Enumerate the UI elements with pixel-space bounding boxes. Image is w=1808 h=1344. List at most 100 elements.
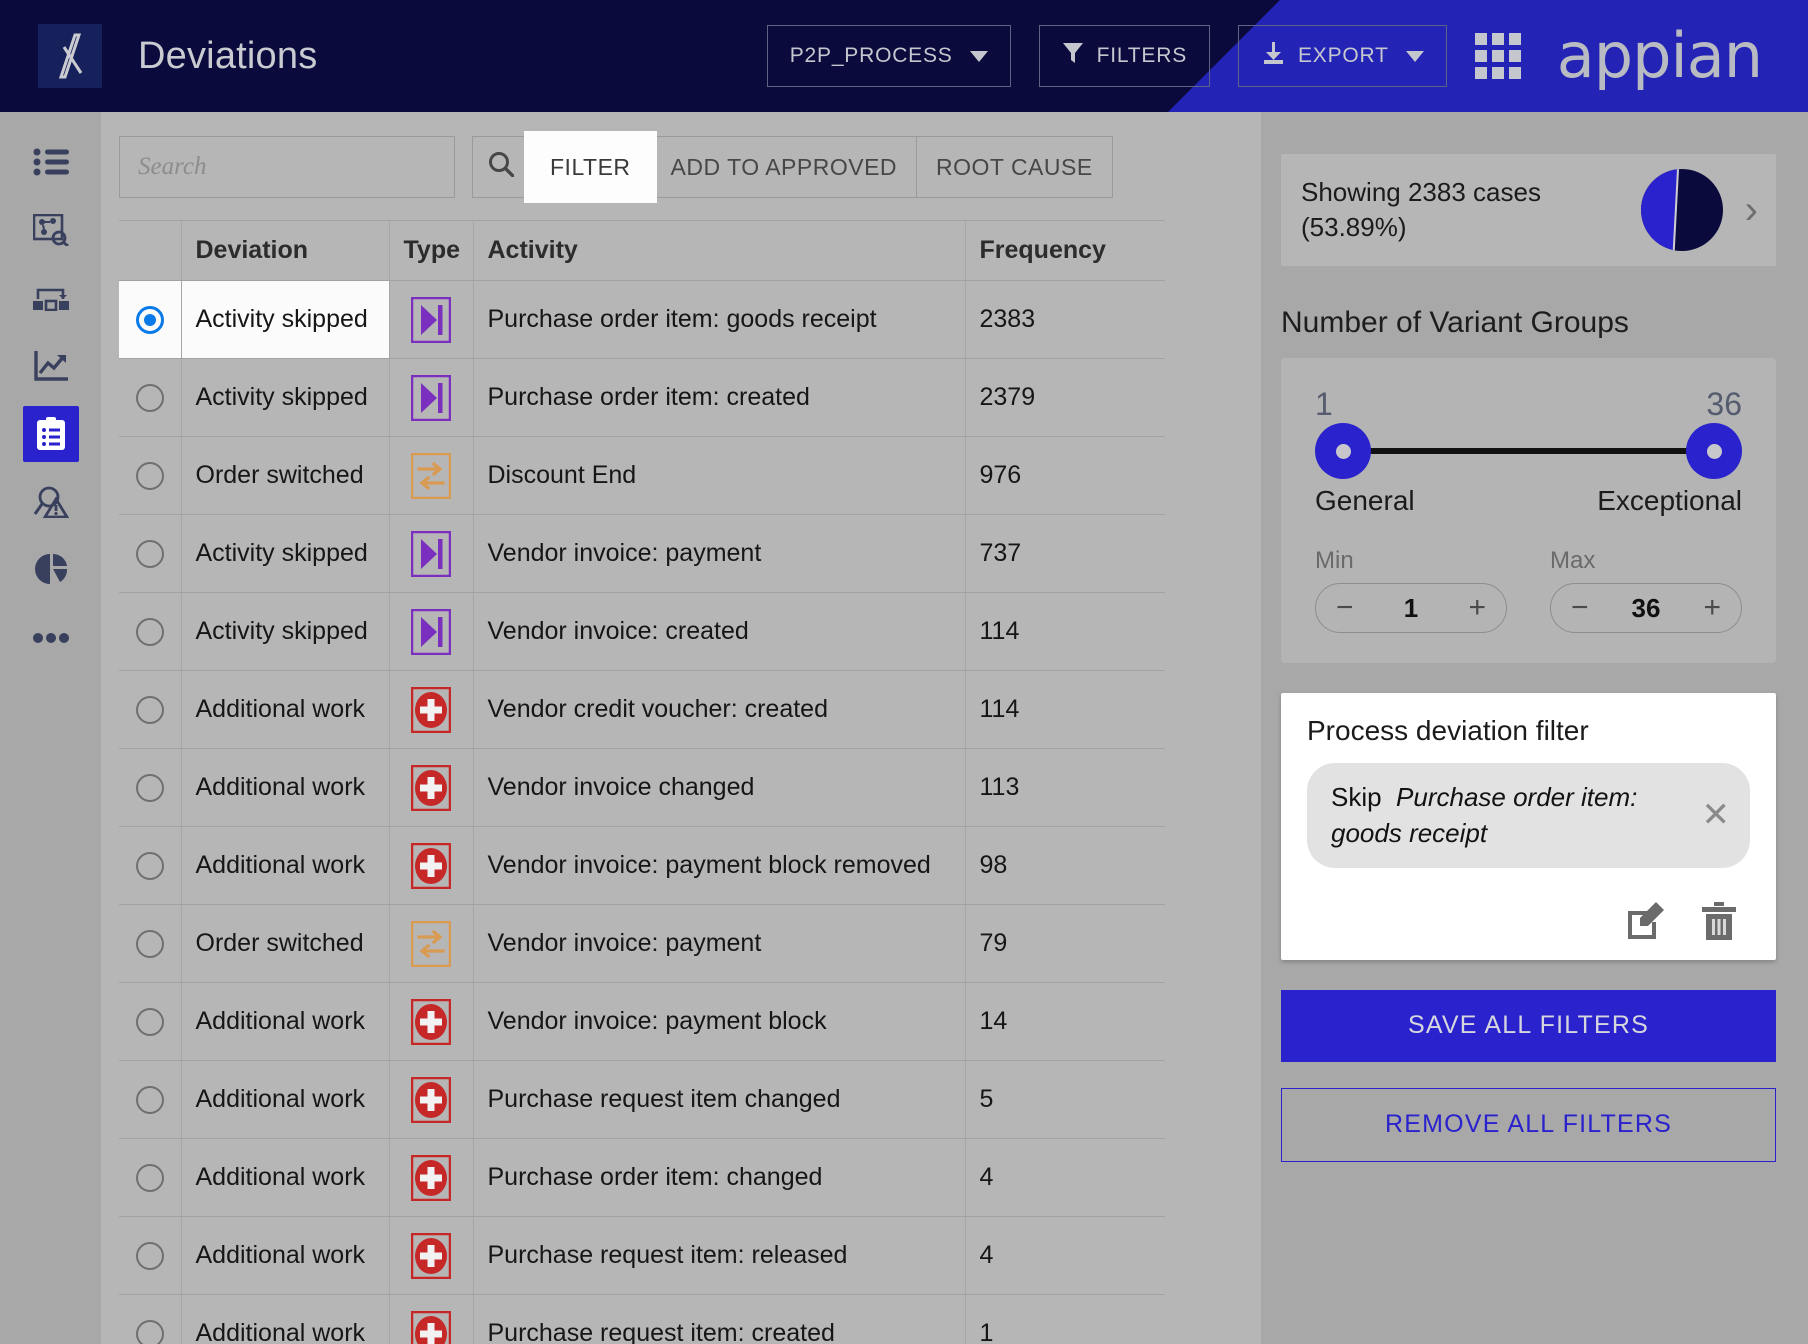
row-radio-button[interactable] [135, 695, 164, 724]
additional-work-icon [404, 1232, 459, 1279]
apps-grid-icon[interactable] [1474, 33, 1521, 79]
row-select-cell[interactable] [119, 436, 182, 515]
column-header-deviation[interactable]: Deviation [181, 220, 390, 281]
row-select-cell[interactable] [119, 280, 182, 359]
cell-deviation: Activity skipped [181, 358, 390, 437]
slider-handle-max[interactable] [1686, 423, 1742, 479]
max-stepper[interactable]: − 36 + [1550, 583, 1742, 633]
row-select-cell[interactable] [119, 982, 182, 1061]
sidebar-item-pie-chart[interactable] [23, 542, 79, 598]
row-radio-button[interactable] [135, 773, 164, 802]
process-discovery-icon [32, 214, 69, 246]
row-radio-button[interactable] [135, 1319, 164, 1344]
right-panel: Showing 2383 cases (53.89%) › Number of … [1261, 112, 1808, 1344]
add-to-approved-button[interactable]: ADD TO APPROVED [650, 136, 918, 198]
row-select-cell[interactable] [119, 514, 182, 593]
sidebar-item-process-discovery[interactable] [23, 202, 79, 258]
variant-groups-title: Number of Variant Groups [1281, 306, 1629, 339]
filter-button[interactable]: FILTER [524, 131, 657, 203]
table-row[interactable]: Order switched Vendor invoice: payment 79 [119, 904, 1165, 983]
cell-frequency: 5 [965, 1060, 1165, 1139]
table-row[interactable]: Additional work Vendor invoice changed 113 [119, 748, 1165, 827]
cell-type [389, 358, 474, 437]
remove-all-filters-button[interactable]: REMOVE ALL FILTERS [1281, 1087, 1776, 1162]
row-radio-button[interactable] [135, 617, 164, 646]
row-radio-button[interactable] [135, 929, 164, 958]
more-dots-icon [32, 633, 69, 643]
row-radio-button[interactable] [135, 461, 164, 490]
min-increment-button[interactable]: + [1468, 593, 1486, 623]
row-select-cell[interactable] [119, 670, 182, 749]
table-row[interactable]: Activity skipped Purchase order item: goo… [119, 280, 1165, 359]
cell-frequency: 737 [965, 514, 1165, 593]
min-value: 1 [1403, 592, 1419, 623]
table-row[interactable]: Activity skipped Vendor invoice: created 1… [119, 592, 1165, 671]
process-flow-icon [32, 285, 69, 311]
row-select-cell[interactable] [119, 826, 182, 905]
sidebar-item-trend-chart[interactable] [23, 338, 79, 394]
row-select-cell[interactable] [119, 904, 182, 983]
row-select-cell[interactable] [119, 1138, 182, 1217]
column-header-type[interactable]: Type [389, 220, 474, 281]
row-radio-button[interactable] [135, 851, 164, 880]
close-icon[interactable]: ✕ [1690, 798, 1731, 832]
variant-range-slider[interactable] [1315, 423, 1742, 479]
search-input[interactable] [119, 136, 455, 198]
clipboard-checklist-icon [36, 417, 66, 451]
sidebar-item-process-flow[interactable] [23, 270, 79, 326]
showing-cases-card[interactable]: Showing 2383 cases (53.89%) › [1281, 154, 1776, 266]
min-stepper[interactable]: − 1 + [1315, 583, 1507, 633]
sidebar-item-list[interactable] [23, 134, 79, 190]
table-row[interactable]: Additional work Purchase request item: cr… [119, 1294, 1165, 1344]
sidebar-item-deviations[interactable] [22, 406, 79, 462]
table-row[interactable]: Additional work Purchase request item cha… [119, 1060, 1165, 1139]
table-row[interactable]: Order switched Discount End 976 [119, 436, 1165, 515]
root-cause-button[interactable]: ROOT CAUSE [916, 136, 1113, 198]
cases-count-line: Showing 2383 cases [1301, 176, 1541, 207]
row-radio-button[interactable] [135, 539, 164, 568]
row-select-cell[interactable] [119, 1216, 182, 1295]
row-select-cell[interactable] [119, 1294, 182, 1344]
row-radio-button[interactable] [135, 305, 164, 334]
download-icon [1261, 41, 1285, 71]
row-select-cell[interactable] [119, 1060, 182, 1139]
slider-handle-min[interactable] [1315, 423, 1371, 479]
column-header-activity[interactable]: Activity [473, 220, 966, 281]
row-radio-button[interactable] [135, 1085, 164, 1114]
filters-button[interactable]: FILTERS [1038, 25, 1210, 87]
deviations-table-scroll[interactable]: Deviation Type Activity Frequency Activi… [119, 220, 1261, 1344]
min-decrement-button[interactable]: − [1336, 593, 1354, 623]
row-radio-button[interactable] [135, 1241, 164, 1270]
sidebar-item-root-cause[interactable] [23, 474, 79, 530]
max-increment-button[interactable]: + [1703, 593, 1721, 623]
trash-icon[interactable] [1702, 901, 1736, 940]
row-radio-button[interactable] [135, 383, 164, 412]
edit-pencil-icon[interactable] [1626, 901, 1664, 940]
row-radio-button[interactable] [135, 1007, 164, 1036]
table-row[interactable]: Activity skipped Vendor invoice: payment 7… [119, 514, 1165, 593]
column-header-frequency[interactable]: Frequency [965, 220, 1165, 281]
table-row[interactable]: Additional work Purchase request item: re… [119, 1216, 1165, 1295]
row-radio-button[interactable] [135, 1163, 164, 1192]
row-select-cell[interactable] [119, 592, 182, 671]
row-select-cell[interactable] [119, 748, 182, 827]
pie-chart-icon [34, 553, 68, 587]
table-row[interactable]: Additional work Vendor invoice: payment b… [119, 826, 1165, 905]
export-button[interactable]: EXPORT [1238, 25, 1447, 87]
table-row[interactable]: Activity skipped Purchase order item: cre… [119, 358, 1165, 437]
table-row[interactable]: Additional work Vendor invoice: payment b… [119, 982, 1165, 1061]
table-row[interactable]: Additional work Purchase order item: chan… [119, 1138, 1165, 1217]
max-decrement-button[interactable]: − [1571, 593, 1589, 623]
activity-skipped-icon [404, 608, 459, 655]
process-select-button[interactable]: P2P_PROCESS [766, 25, 1011, 87]
row-select-cell[interactable] [119, 358, 182, 437]
save-all-filters-button[interactable]: SAVE ALL FILTERS [1281, 989, 1776, 1062]
search-button[interactable] [472, 136, 530, 198]
cell-type [389, 826, 474, 905]
sidebar-item-more[interactable] [23, 610, 79, 666]
filter-chip[interactable]: Skip Purchase order item: goods receipt … [1307, 763, 1750, 868]
app-logo-tile[interactable] [38, 24, 102, 88]
table-row[interactable]: Additional work Vendor credit voucher: cr… [119, 670, 1165, 749]
chevron-right-icon[interactable]: › [1745, 190, 1758, 230]
cell-activity: Vendor invoice: payment block removed [473, 826, 966, 905]
